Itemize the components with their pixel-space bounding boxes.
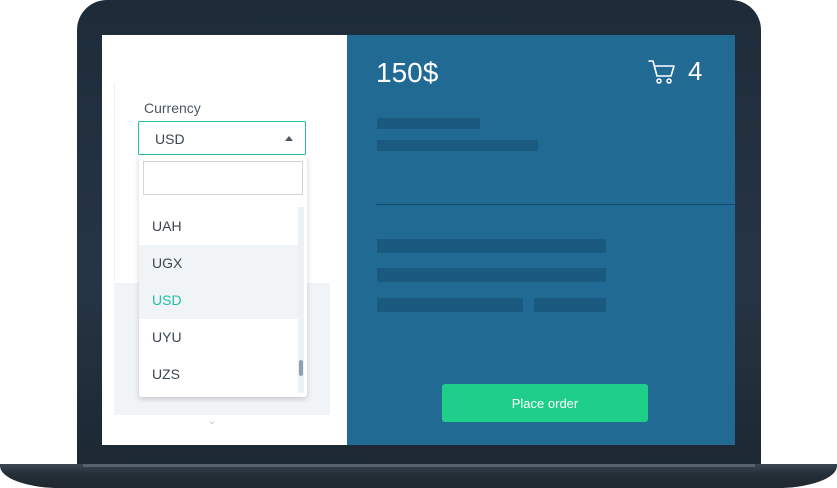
currency-select[interactable]: USD <box>138 121 306 155</box>
scrollbar-thumb[interactable] <box>299 360 303 376</box>
placeholder-line <box>377 140 538 151</box>
currency-selected-value: USD <box>155 131 185 147</box>
currency-option-usd[interactable]: USD <box>139 282 299 319</box>
cart-icon[interactable] <box>648 59 676 85</box>
dropdown-scrollbar[interactable] <box>298 207 304 393</box>
caret-up-icon <box>285 136 293 141</box>
laptop-base <box>0 464 837 488</box>
order-total: 150$ <box>376 57 439 88</box>
currency-option-uyu[interactable]: UYU <box>139 319 299 356</box>
placeholder-line <box>377 239 606 253</box>
chevron-down-icon[interactable]: ⌄ <box>206 415 218 427</box>
checkout-options-panel: ⌄ Currency USD UAH UGX USD UYU UZS <box>102 35 347 445</box>
currency-label: Currency <box>144 100 201 116</box>
currency-options-list: UAH UGX USD UYU UZS <box>139 208 299 393</box>
cart-item-count: 4 <box>688 56 703 86</box>
currency-option-ugx[interactable]: UGX <box>139 245 299 282</box>
placeholder-line <box>377 268 606 282</box>
placeholder-line <box>377 118 480 129</box>
laptop-hinge <box>83 464 755 467</box>
currency-search-input[interactable] <box>143 161 303 195</box>
currency-dropdown: UAH UGX USD UYU UZS <box>139 155 307 397</box>
placeholder-line <box>377 298 523 312</box>
currency-option-uzs[interactable]: UZS <box>139 356 299 393</box>
place-order-button[interactable]: Place order <box>442 384 648 422</box>
section-divider <box>376 204 735 205</box>
placeholder-line <box>534 298 606 312</box>
app-screen: ⌄ Currency USD UAH UGX USD UYU UZS 150$ … <box>102 35 735 445</box>
currency-option-uah[interactable]: UAH <box>139 208 299 245</box>
